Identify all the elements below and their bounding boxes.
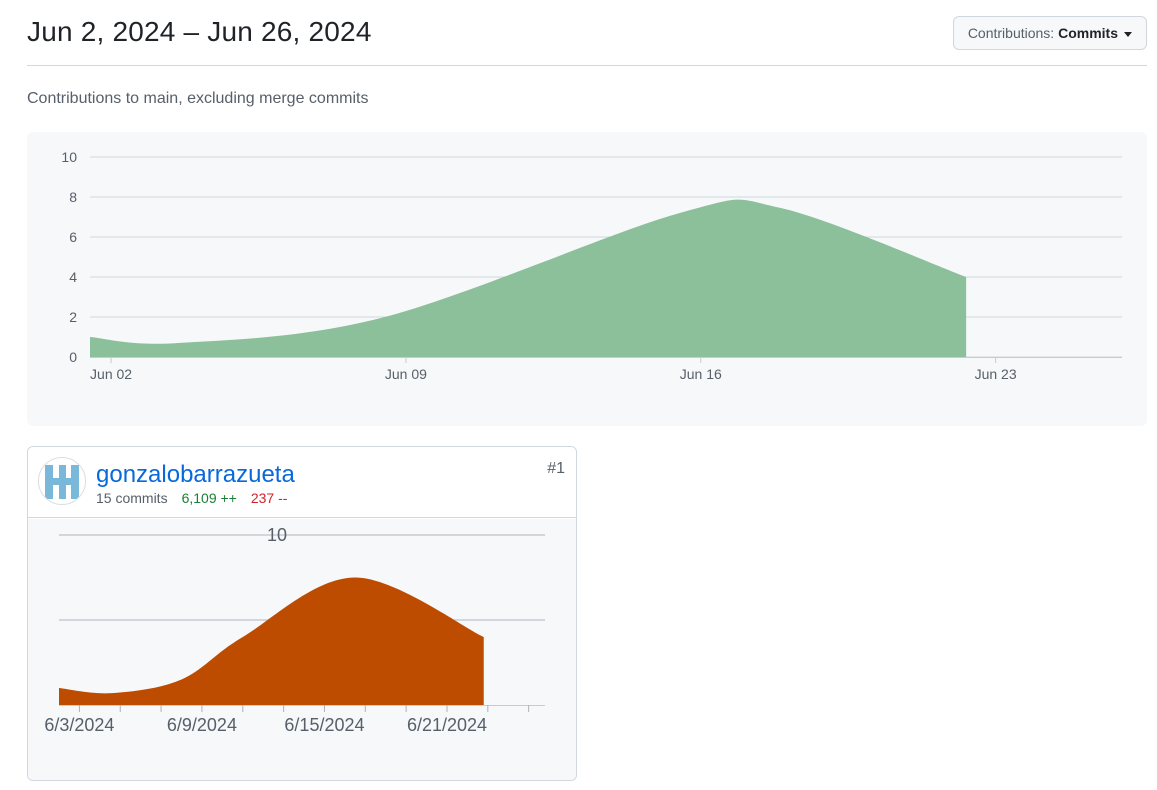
contributor-username-link[interactable]: gonzalobarrazueta: [96, 461, 295, 489]
x-tick-label: 6/21/2024: [407, 715, 487, 735]
contributor-card-header: gonzalobarrazueta 15 commits 6,109 ++ 237 …: [28, 447, 576, 518]
caret-down-icon: [1124, 31, 1132, 37]
commits-area: [90, 199, 967, 357]
y-tick-label: 10: [61, 149, 77, 165]
identicon-avatar-icon: [45, 465, 79, 499]
y-tick-label: 2: [69, 309, 77, 325]
x-tick-label: Jun 23: [975, 366, 1017, 382]
contributor-rank: #1: [547, 460, 565, 477]
main-chart-svg: 0 2 4 6 8 10 Jun 02 Jun 09 Jun 16 Jun 23: [61, 149, 1122, 382]
contributor-chart: 10 6/3/2024 6/9/2024 6/15/2024 6/21/2024: [28, 519, 576, 780]
deletions-count: 237 --: [250, 490, 288, 506]
y-tick-label: 8: [69, 189, 77, 205]
contributor-stats: 15 commits 6,109 ++ 237 --: [96, 490, 287, 506]
x-tick-label: Jun 09: [385, 366, 427, 382]
chart-subtitle: Contributions to main, excluding merge c…: [27, 90, 369, 107]
y-tick-label: 0: [69, 349, 77, 365]
x-tick-label: Jun 02: [90, 366, 132, 382]
x-tick-label: 6/9/2024: [167, 715, 237, 735]
avatar[interactable]: [38, 457, 86, 505]
commits-area: [59, 577, 484, 705]
x-tick-label: 6/3/2024: [44, 715, 114, 735]
additions-count: 6,109 ++: [181, 490, 237, 506]
y-tick-label: 4: [69, 269, 77, 285]
dropdown-prefix: Contributions:: [967, 25, 1055, 41]
contributor-chart-svg: 10 6/3/2024 6/9/2024 6/15/2024 6/21/2024: [44, 525, 545, 735]
main-contributions-chart: 0 2 4 6 8 10 Jun 02 Jun 09 Jun 16 Jun 23: [27, 132, 1147, 426]
y-tick-label: 6: [69, 229, 77, 245]
date-range-title: Jun 2, 2024 – Jun 26, 2024: [27, 16, 372, 47]
contributor-card: gonzalobarrazueta 15 commits 6,109 ++ 237 …: [27, 446, 577, 781]
contributions-type-dropdown[interactable]: Contributions: Commits: [952, 16, 1147, 50]
page-header: Jun 2, 2024 – Jun 26, 2024 Contributions…: [27, 0, 1147, 66]
commit-count: 15 commits: [96, 490, 168, 506]
dropdown-value: Commits: [1058, 25, 1118, 41]
y-tick-label: 10: [267, 525, 287, 545]
x-tick-label: Jun 16: [680, 366, 722, 382]
x-tick-label: 6/15/2024: [284, 715, 364, 735]
